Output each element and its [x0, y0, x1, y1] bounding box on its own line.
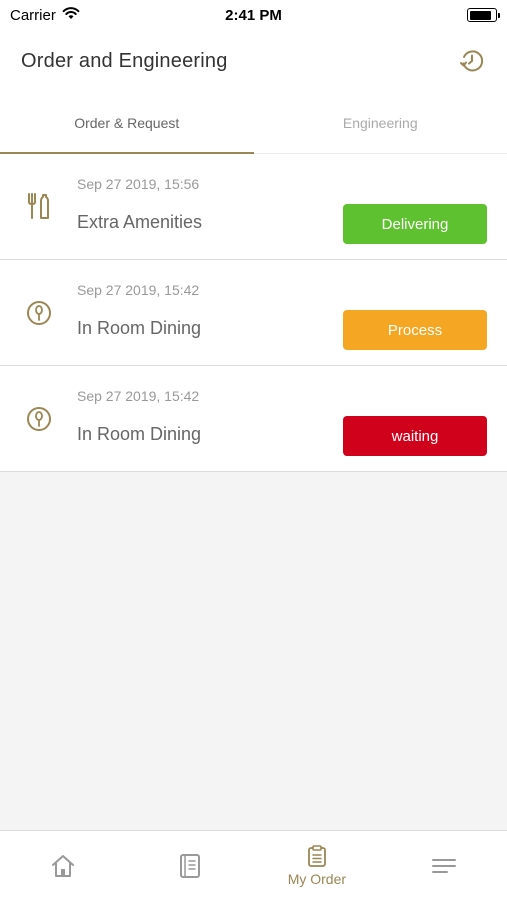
dining-icon [24, 404, 54, 434]
tab-bar-label: My Order [287, 870, 347, 887]
status-badge-waiting: waiting [343, 416, 487, 456]
clipboard-icon [307, 844, 326, 867]
battery-icon [467, 8, 500, 22]
order-item-in-room-dining[interactable]: Sep 27 2019, 15:42 In Room Dining waitin… [0, 366, 507, 472]
tab-bar-directory[interactable] [127, 831, 254, 900]
wifi-icon [62, 6, 80, 24]
status-label: Process [387, 321, 443, 339]
tab-label: Order & Request [74, 114, 180, 131]
status-label: waiting [391, 427, 439, 445]
directory-icon [180, 853, 201, 878]
status-left: Carrier [10, 6, 80, 24]
order-name: In Room Dining [77, 424, 202, 444]
status-badge-delivering: Delivering [343, 204, 487, 244]
status-badge-process: Process [343, 310, 487, 350]
page-title: Order and Engineering [21, 49, 228, 72]
dining-icon [24, 298, 54, 328]
amenities-icon [24, 192, 54, 222]
menu-icon [431, 858, 456, 873]
tab-engineering[interactable]: Engineering [254, 92, 507, 153]
tab-bar-home[interactable] [0, 831, 127, 900]
order-date: Sep 27 2019, 15:42 [77, 282, 200, 298]
bottom-tab-bar: My Order [0, 830, 507, 900]
history-button[interactable] [457, 46, 487, 76]
status-bar: Carrier 2:41 PM [0, 0, 507, 30]
tabs: Order & Request Engineering [0, 92, 507, 154]
order-name: Extra Amenities [77, 212, 203, 232]
order-date: Sep 27 2019, 15:42 [77, 388, 200, 404]
nav-header: Order and Engineering [0, 30, 507, 92]
order-date: Sep 27 2019, 15:56 [77, 176, 200, 192]
history-clock-icon [460, 50, 484, 72]
tab-bar-menu[interactable] [380, 831, 507, 900]
order-name: In Room Dining [77, 318, 202, 338]
order-list: Sep 27 2019, 15:56 Extra Amenities Deliv… [0, 154, 507, 472]
order-item-extra-amenities[interactable]: Sep 27 2019, 15:56 Extra Amenities Deliv… [0, 154, 507, 260]
status-label: Delivering [381, 215, 449, 233]
tab-label: Engineering [342, 114, 418, 131]
order-item-in-room-dining[interactable]: Sep 27 2019, 15:42 In Room Dining Proces… [0, 260, 507, 366]
tab-bar-my-order[interactable]: My Order [254, 831, 381, 900]
home-icon [52, 854, 75, 877]
carrier-label: Carrier [10, 6, 56, 24]
tab-order-request[interactable]: Order & Request [0, 92, 254, 154]
